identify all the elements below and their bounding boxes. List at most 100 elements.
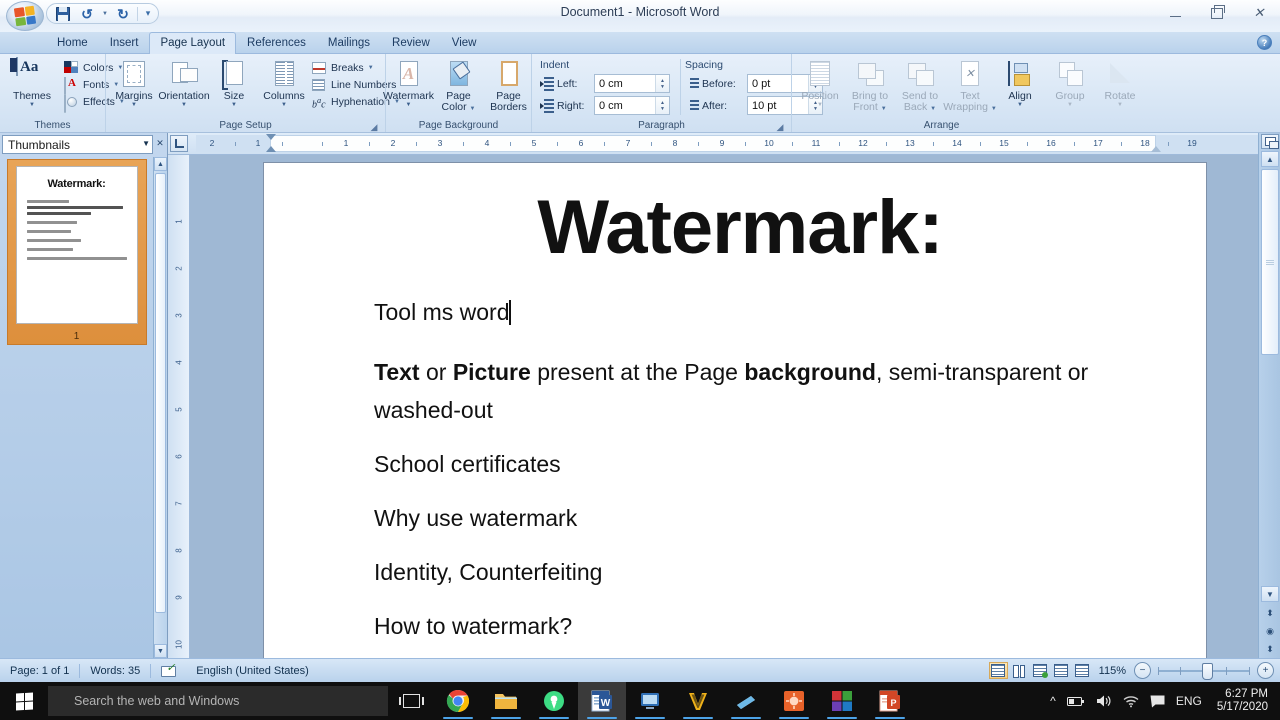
chevron-down-icon: ▼ [405, 102, 412, 108]
proofing-status[interactable]: ✓ [151, 663, 186, 677]
battery-icon[interactable] [1066, 696, 1085, 707]
view-outline-button[interactable] [1052, 662, 1071, 679]
taskbar-clock[interactable]: 6:27 PM 5/17/2020 [1213, 688, 1276, 714]
action-center-icon[interactable] [1150, 695, 1165, 708]
zoom-in-button[interactable]: + [1257, 662, 1274, 679]
first-line-indent-marker[interactable] [266, 134, 276, 140]
show-hidden-icons-button[interactable]: ^ [1050, 694, 1056, 708]
horizontal-ruler[interactable]: 2 1 1 2 3 4 5 6 7 8 9 10 11 12 13 14 15 [168, 133, 1258, 155]
taskbar-app-powerpoint[interactable]: P [866, 682, 914, 720]
tab-insert[interactable]: Insert [99, 32, 150, 53]
close-button[interactable]: ✕ [1246, 2, 1272, 24]
thumbnail-page-preview: Watermark: [15, 166, 138, 324]
scroll-up-icon[interactable]: ▲ [154, 157, 167, 171]
taskbar-app-photo-viewer[interactable] [722, 682, 770, 720]
text-wrapping-button[interactable]: Text Wrapping ▼ [943, 57, 997, 115]
taskbar-app-orange[interactable] [770, 682, 818, 720]
tab-review[interactable]: Review [381, 32, 441, 53]
watermark-button[interactable]: Watermark ▼ [383, 57, 434, 109]
zoom-level[interactable]: 115% [1093, 665, 1134, 677]
margins-button[interactable]: Margins ▼ [110, 57, 158, 109]
page-indicator[interactable]: Page: 1 of 1 [0, 665, 79, 677]
document-body[interactable]: Watermark: Tool ms word Text or Picture … [264, 163, 1206, 645]
tab-page-layout[interactable]: Page Layout [149, 32, 237, 54]
position-button[interactable]: Position ▼ [796, 57, 844, 109]
minimize-button[interactable] [1162, 2, 1188, 24]
tab-home[interactable]: Home [46, 32, 99, 53]
previous-page-button[interactable]: ⬍ [1263, 606, 1277, 620]
vertical-ruler[interactable]: 1 2 3 4 5 6 7 8 9 10 11 [168, 155, 190, 658]
svg-text:W: W [601, 698, 611, 709]
bring-to-front-button[interactable]: Bring to Front ▼ [846, 57, 894, 115]
send-to-back-button[interactable]: Send to Back ▼ [896, 57, 944, 115]
indent-right-spinner[interactable]: ▲ ▼ [655, 97, 669, 114]
columns-button[interactable]: Columns ▼ [260, 57, 308, 109]
paragraph-dialog-launcher[interactable]: ◢ [775, 122, 785, 132]
document-canvas[interactable]: Watermark: Tool ms word Text or Picture … [190, 155, 1258, 658]
taskbar-app-store[interactable] [818, 682, 866, 720]
wifi-icon[interactable] [1123, 695, 1139, 708]
word-icon: W [591, 690, 612, 712]
align-button[interactable]: Align ▼ [996, 57, 1044, 109]
page-borders-button[interactable]: Page Borders [485, 57, 533, 113]
thumbnails-close-button[interactable]: ✕ [154, 136, 166, 150]
bring-to-front-icon [854, 58, 886, 90]
chevron-down-icon: ▼ [231, 102, 237, 108]
thumbnails-scroll-thumb[interactable] [155, 173, 166, 613]
group-title-themes: Themes [34, 120, 71, 131]
scroll-down-icon[interactable]: ▼ [154, 644, 167, 658]
page-color-button[interactable]: Page Color ▼ [435, 57, 483, 115]
indent-left-input[interactable]: 0 cm ▲ ▼ [594, 74, 670, 93]
taskbar-app-word[interactable]: W [578, 682, 626, 720]
scroll-down-button[interactable]: ▼ [1261, 586, 1279, 602]
rotate-button[interactable]: Rotate ▼ [1096, 57, 1144, 109]
document-scrollbar[interactable]: ▲ ▼ ⬍ ◉ ⬍ [1258, 133, 1280, 658]
language-indicator[interactable]: ENG [1176, 694, 1202, 708]
page-setup-dialog-launcher[interactable]: ◢ [369, 122, 379, 132]
zoom-slider-knob[interactable] [1202, 663, 1213, 680]
view-print-layout-button[interactable] [988, 662, 1008, 679]
zoom-out-button[interactable]: − [1134, 662, 1151, 679]
view-draft-button[interactable] [1073, 662, 1092, 679]
page-borders-icon [493, 58, 525, 90]
document-page[interactable]: Watermark: Tool ms word Text or Picture … [264, 163, 1206, 658]
tab-references[interactable]: References [236, 32, 317, 53]
select-browse-object-button[interactable]: ◉ [1263, 624, 1277, 638]
word-count[interactable]: Words: 35 [80, 665, 150, 677]
right-indent-marker[interactable] [1151, 146, 1161, 152]
task-view-button[interactable] [388, 682, 434, 720]
start-button[interactable] [0, 682, 48, 720]
language-indicator[interactable]: English (United States) [186, 665, 319, 677]
thumbnail-page-1[interactable]: Watermark: 1 [6, 159, 147, 345]
scroll-up-button[interactable]: ▲ [1261, 151, 1279, 167]
taskbar-app-android-studio[interactable] [530, 682, 578, 720]
thumbnails-pane-header[interactable]: Thumbnails ▼ [2, 135, 153, 154]
taskbar-search-input[interactable]: Search the web and Windows [48, 686, 388, 716]
help-icon[interactable]: ? [1257, 35, 1272, 50]
view-full-screen-reading-button[interactable] [1010, 662, 1029, 679]
next-page-button[interactable]: ⬍ [1263, 642, 1277, 656]
taskbar-app-media-player[interactable] [626, 682, 674, 720]
view-web-layout-button[interactable] [1031, 662, 1050, 679]
hanging-indent-marker[interactable] [266, 146, 276, 152]
indent-left-spinner[interactable]: ▲ ▼ [655, 75, 669, 92]
thumbnails-scrollbar[interactable]: ▲ ▼ [153, 157, 167, 658]
size-button[interactable]: Size ▼ [210, 57, 258, 109]
taskbar-app-videolan[interactable] [674, 682, 722, 720]
split-window-button[interactable] [1261, 134, 1279, 149]
indent-right-input[interactable]: 0 cm ▲ ▼ [594, 96, 670, 115]
zoom-slider[interactable] [1158, 663, 1250, 680]
chevron-down-icon[interactable]: ▼ [142, 139, 150, 148]
tab-view[interactable]: View [441, 32, 488, 53]
chevron-down-icon: ▼ [930, 106, 937, 112]
orientation-button[interactable]: Orientation ▼ [158, 57, 210, 109]
tab-mailings[interactable]: Mailings [317, 32, 381, 53]
restore-button[interactable] [1204, 2, 1230, 24]
taskbar-app-chrome[interactable] [434, 682, 482, 720]
taskbar-app-file-explorer[interactable] [482, 682, 530, 720]
volume-icon[interactable] [1096, 694, 1112, 708]
scroll-thumb[interactable] [1261, 169, 1279, 355]
themes-button[interactable]: Aa Themes ▼ [4, 57, 60, 109]
group-button[interactable]: Group ▼ [1046, 57, 1094, 109]
tab-stop-selector[interactable] [170, 135, 188, 152]
